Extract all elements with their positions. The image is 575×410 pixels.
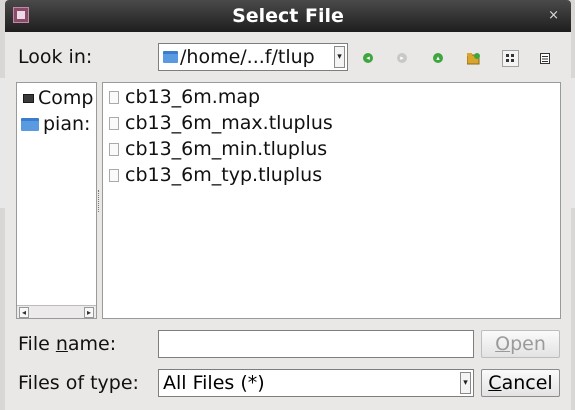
file-type-select[interactable]: All Files (*) ▾: [158, 369, 474, 397]
cancel-button[interactable]: Cancel: [481, 369, 560, 397]
file-name: cb13_6m.map: [125, 86, 261, 108]
file-type-value: All Files (*): [163, 372, 265, 394]
forward-icon: ▸: [397, 53, 407, 63]
list-item[interactable]: cb13_6m.map: [103, 84, 560, 110]
new-folder-button[interactable]: [465, 49, 483, 67]
background-window-right: [571, 78, 575, 208]
places-item-label: pian:: [43, 113, 91, 135]
chevron-down-icon[interactable]: ▾: [334, 46, 345, 68]
file-icon: [109, 168, 119, 182]
back-icon: ◂: [363, 53, 373, 63]
file-icon: [109, 90, 119, 104]
select-file-dialog: Look in: /home/...f/tlup ▾ ◂ ▸ ▴ Comp pi…: [5, 32, 571, 410]
list-view-icon: [501, 49, 519, 67]
detail-view-button[interactable]: [536, 49, 554, 67]
file-name-label: File name:: [18, 333, 117, 355]
computer-icon: [23, 93, 34, 103]
file-icon: [109, 116, 119, 130]
list-item[interactable]: cb13_6m_min.tluplus: [103, 136, 560, 162]
list-item[interactable]: cb13_6m_typ.tluplus: [103, 162, 560, 188]
places-panel[interactable]: Comp pian: ◂ ▸: [16, 82, 97, 319]
folder-icon: [163, 51, 178, 63]
chevron-down-icon[interactable]: ▾: [460, 372, 471, 394]
back-button[interactable]: ◂: [359, 49, 377, 67]
places-scrollbar[interactable]: ◂ ▸: [17, 305, 96, 318]
look-in-combo[interactable]: /home/...f/tlup ▾: [158, 43, 348, 71]
up-button[interactable]: ▴: [429, 49, 447, 67]
forward-button[interactable]: ▸: [393, 49, 411, 67]
scroll-left-icon[interactable]: ◂: [19, 306, 30, 318]
home-folder-icon: [21, 117, 39, 131]
list-item[interactable]: cb13_6m_max.tluplus: [103, 110, 560, 136]
title-bar[interactable]: Select File ×: [5, 0, 571, 32]
places-item-home[interactable]: pian:: [17, 111, 96, 137]
places-item-label: Comp: [38, 87, 94, 109]
look-in-label: Look in:: [18, 46, 93, 68]
file-icon: [109, 142, 119, 156]
dialog-title: Select File: [232, 5, 344, 27]
places-item-computer[interactable]: Comp: [17, 85, 96, 111]
scroll-right-icon[interactable]: ▸: [83, 306, 94, 318]
list-view-button[interactable]: [501, 49, 519, 67]
file-name: cb13_6m_typ.tluplus: [125, 164, 323, 186]
up-icon: ▴: [433, 53, 443, 63]
file-list[interactable]: cb13_6m.map cb13_6m_max.tluplus cb13_6m_…: [102, 82, 561, 319]
file-name-input[interactable]: [158, 330, 474, 358]
look-in-path: /home/...f/tlup: [180, 46, 315, 68]
file-name: cb13_6m_min.tluplus: [125, 138, 328, 160]
new-folder-icon: [467, 52, 480, 64]
file-name: cb13_6m_max.tluplus: [125, 112, 333, 134]
detail-view-icon: [537, 50, 554, 67]
files-of-type-label: Files of type:: [18, 372, 139, 394]
open-button[interactable]: Open: [481, 330, 560, 358]
close-icon[interactable]: ×: [548, 8, 559, 23]
